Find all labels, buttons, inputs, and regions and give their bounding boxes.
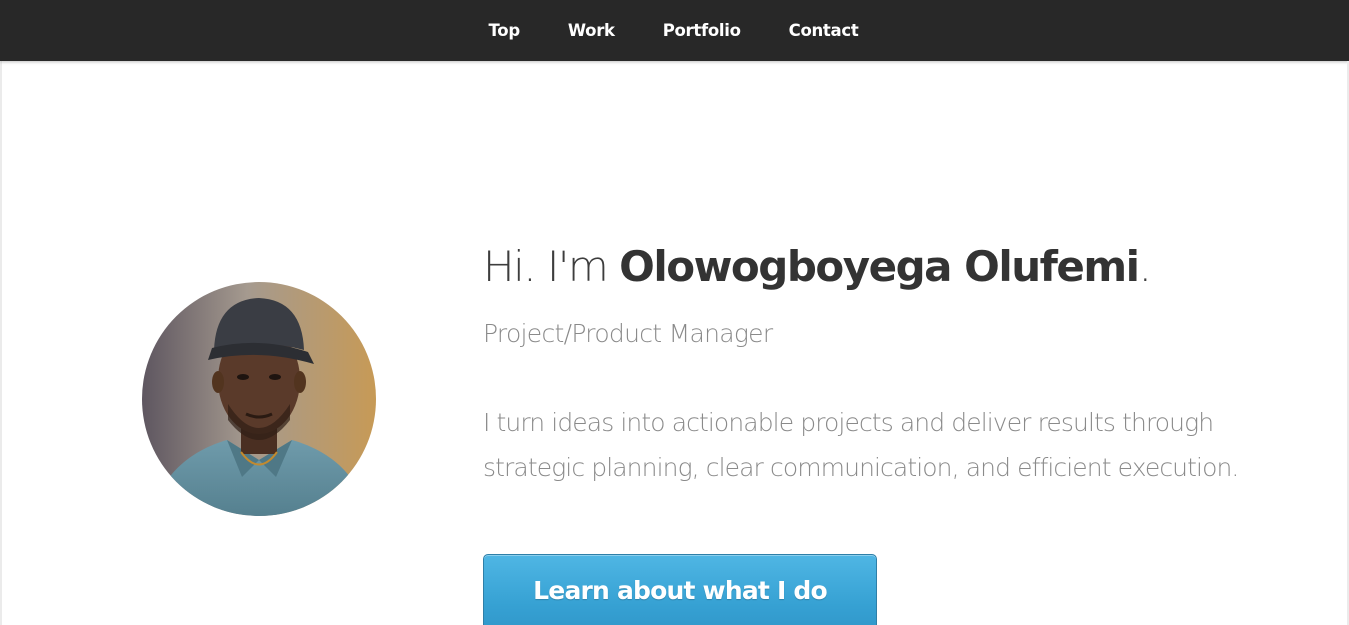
person-name: Olowogboyega Olufemi	[619, 242, 1140, 291]
greeting-prefix: Hi. I'm	[483, 242, 620, 291]
nav-link-work[interactable]: Work	[544, 0, 639, 61]
profile-photo-icon	[142, 282, 376, 516]
top-navigation: Top Work Portfolio Contact	[0, 0, 1349, 61]
avatar	[142, 282, 376, 516]
greeting-heading: Hi. I'm Olowogboyega Olufemi.	[483, 238, 1303, 296]
nav-link-contact[interactable]: Contact	[765, 0, 883, 61]
job-title: Project/Product Manager	[483, 319, 773, 348]
nav-list: Top Work Portfolio Contact	[465, 0, 883, 61]
nav-link-top[interactable]: Top	[465, 0, 544, 61]
description-text: I turn ideas into actionable projects an…	[483, 408, 1239, 482]
nav-link-portfolio[interactable]: Portfolio	[639, 0, 765, 61]
learn-more-button[interactable]: Learn about what I do	[483, 554, 877, 625]
hero-text: Hi. I'm Olowogboyega Olufemi. Project/Pr…	[483, 238, 1303, 490]
learn-more-label: Learn about what I do	[533, 576, 827, 605]
page: Top Work Portfolio Contact Hi. I'm Olowo…	[0, 0, 1349, 625]
greeting-suffix: .	[1138, 242, 1152, 291]
